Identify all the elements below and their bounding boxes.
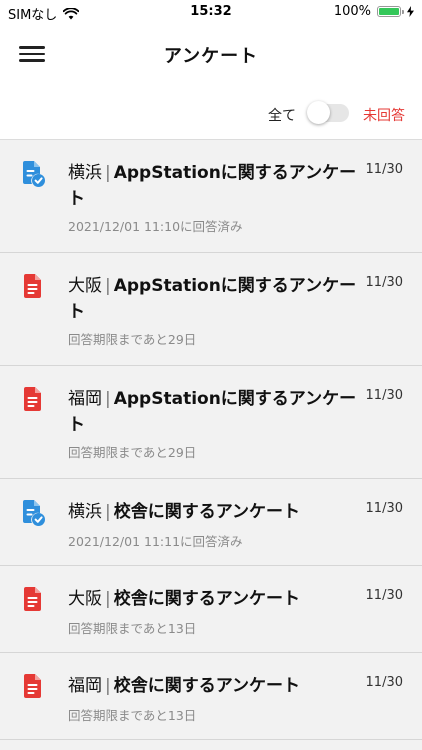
page-title: アンケート: [163, 46, 259, 67]
charging-bolt-icon: [407, 6, 414, 17]
survey-title: 横浜 | AppStationに関するアンケート: [68, 160, 358, 212]
survey-list-item[interactable]: 大阪 | AppStationに関するアンケート 11/30 回答期限まであと29日: [0, 253, 422, 366]
survey-date: 11/30: [365, 388, 403, 403]
survey-status: 2021/12/01 11:11に回答済み: [68, 534, 243, 549]
survey-list-item[interactable]: 福岡 | 校舎に関するアンケート 11/30 回答期限まであと13日: [0, 653, 422, 740]
title-separator: |: [105, 676, 111, 696]
survey-name: AppStationに関するアンケート: [68, 276, 357, 322]
filter-row: 全て 未回答: [0, 98, 422, 138]
survey-name: AppStationに関するアンケート: [68, 389, 357, 435]
survey-date: 11/30: [365, 501, 403, 516]
title-separator: |: [105, 389, 111, 409]
survey-status: 回答期限まであと13日: [68, 621, 197, 636]
battery-percent: 100%: [333, 4, 371, 19]
survey-name: 校舎に関するアンケート: [113, 502, 301, 522]
title-separator: |: [105, 163, 111, 183]
document-icon: [21, 387, 45, 413]
survey-title: 横浜 | 校舎に関するアンケート: [68, 499, 358, 525]
survey-date: 11/30: [365, 588, 403, 603]
survey-status: 回答期限まであと13日: [68, 708, 197, 723]
survey-place: 横浜: [68, 163, 102, 183]
answered-document-icon: [21, 500, 45, 526]
survey-status: 2021/12/01 11:10に回答済み: [68, 219, 243, 234]
title-separator: |: [105, 589, 111, 609]
status-bar: SIMなし 15:32 100%: [0, 0, 422, 24]
survey-list-item[interactable]: 福岡 | AppStationに関するアンケート 11/30 回答期限まであと29日: [0, 366, 422, 479]
document-icon: [21, 274, 45, 300]
title-separator: |: [105, 502, 111, 522]
survey-list-item[interactable]: 大阪 | 校舎に関するアンケート 11/30 回答期限まであと13日: [0, 566, 422, 653]
status-right: 100%: [334, 4, 414, 19]
survey-status: 回答期限まであと29日: [68, 445, 197, 460]
survey-title: 福岡 | 校舎に関するアンケート: [68, 673, 358, 699]
survey-title: 大阪 | 校舎に関するアンケート: [68, 586, 358, 612]
survey-status: 回答期限まであと29日: [68, 332, 197, 347]
survey-name: 校舎に関するアンケート: [113, 589, 301, 609]
filter-all-label: 全て: [268, 108, 296, 124]
survey-name: AppStationに関するアンケート: [68, 163, 357, 209]
survey-list-item[interactable]: 横浜 | 校舎に関するアンケート 11/30 2021/12/01 11:11に回答済み: [0, 479, 422, 566]
survey-date: 11/30: [365, 675, 403, 690]
survey-date: 11/30: [365, 275, 403, 290]
survey-place: 福岡: [68, 676, 102, 696]
navigation-bar: アンケート: [0, 24, 422, 84]
survey-name: 校舎に関するアンケート: [113, 676, 301, 696]
survey-title: 福岡 | AppStationに関するアンケート: [68, 386, 358, 438]
survey-list: 横浜 | AppStationに関するアンケート 11/30 2021/12/01 11…: [0, 139, 422, 750]
survey-place: 大阪: [68, 589, 102, 609]
survey-title: 大阪 | AppStationに関するアンケート: [68, 273, 358, 325]
survey-date: 11/30: [365, 162, 403, 177]
survey-list-item[interactable]: 横浜 | AppStationに関するアンケート 11/30 2021/12/01 11…: [0, 140, 422, 253]
title-separator: |: [105, 276, 111, 296]
answered-document-icon: [21, 161, 45, 187]
survey-place: 福岡: [68, 389, 102, 409]
document-icon: [21, 587, 45, 613]
filter-unanswered-label: 未回答: [363, 108, 405, 124]
toggle-knob: [307, 101, 330, 124]
battery-icon: [377, 6, 404, 17]
unanswered-filter-toggle[interactable]: [307, 101, 349, 124]
survey-place: 大阪: [68, 276, 102, 296]
document-icon: [21, 674, 45, 700]
survey-place: 横浜: [68, 502, 102, 522]
